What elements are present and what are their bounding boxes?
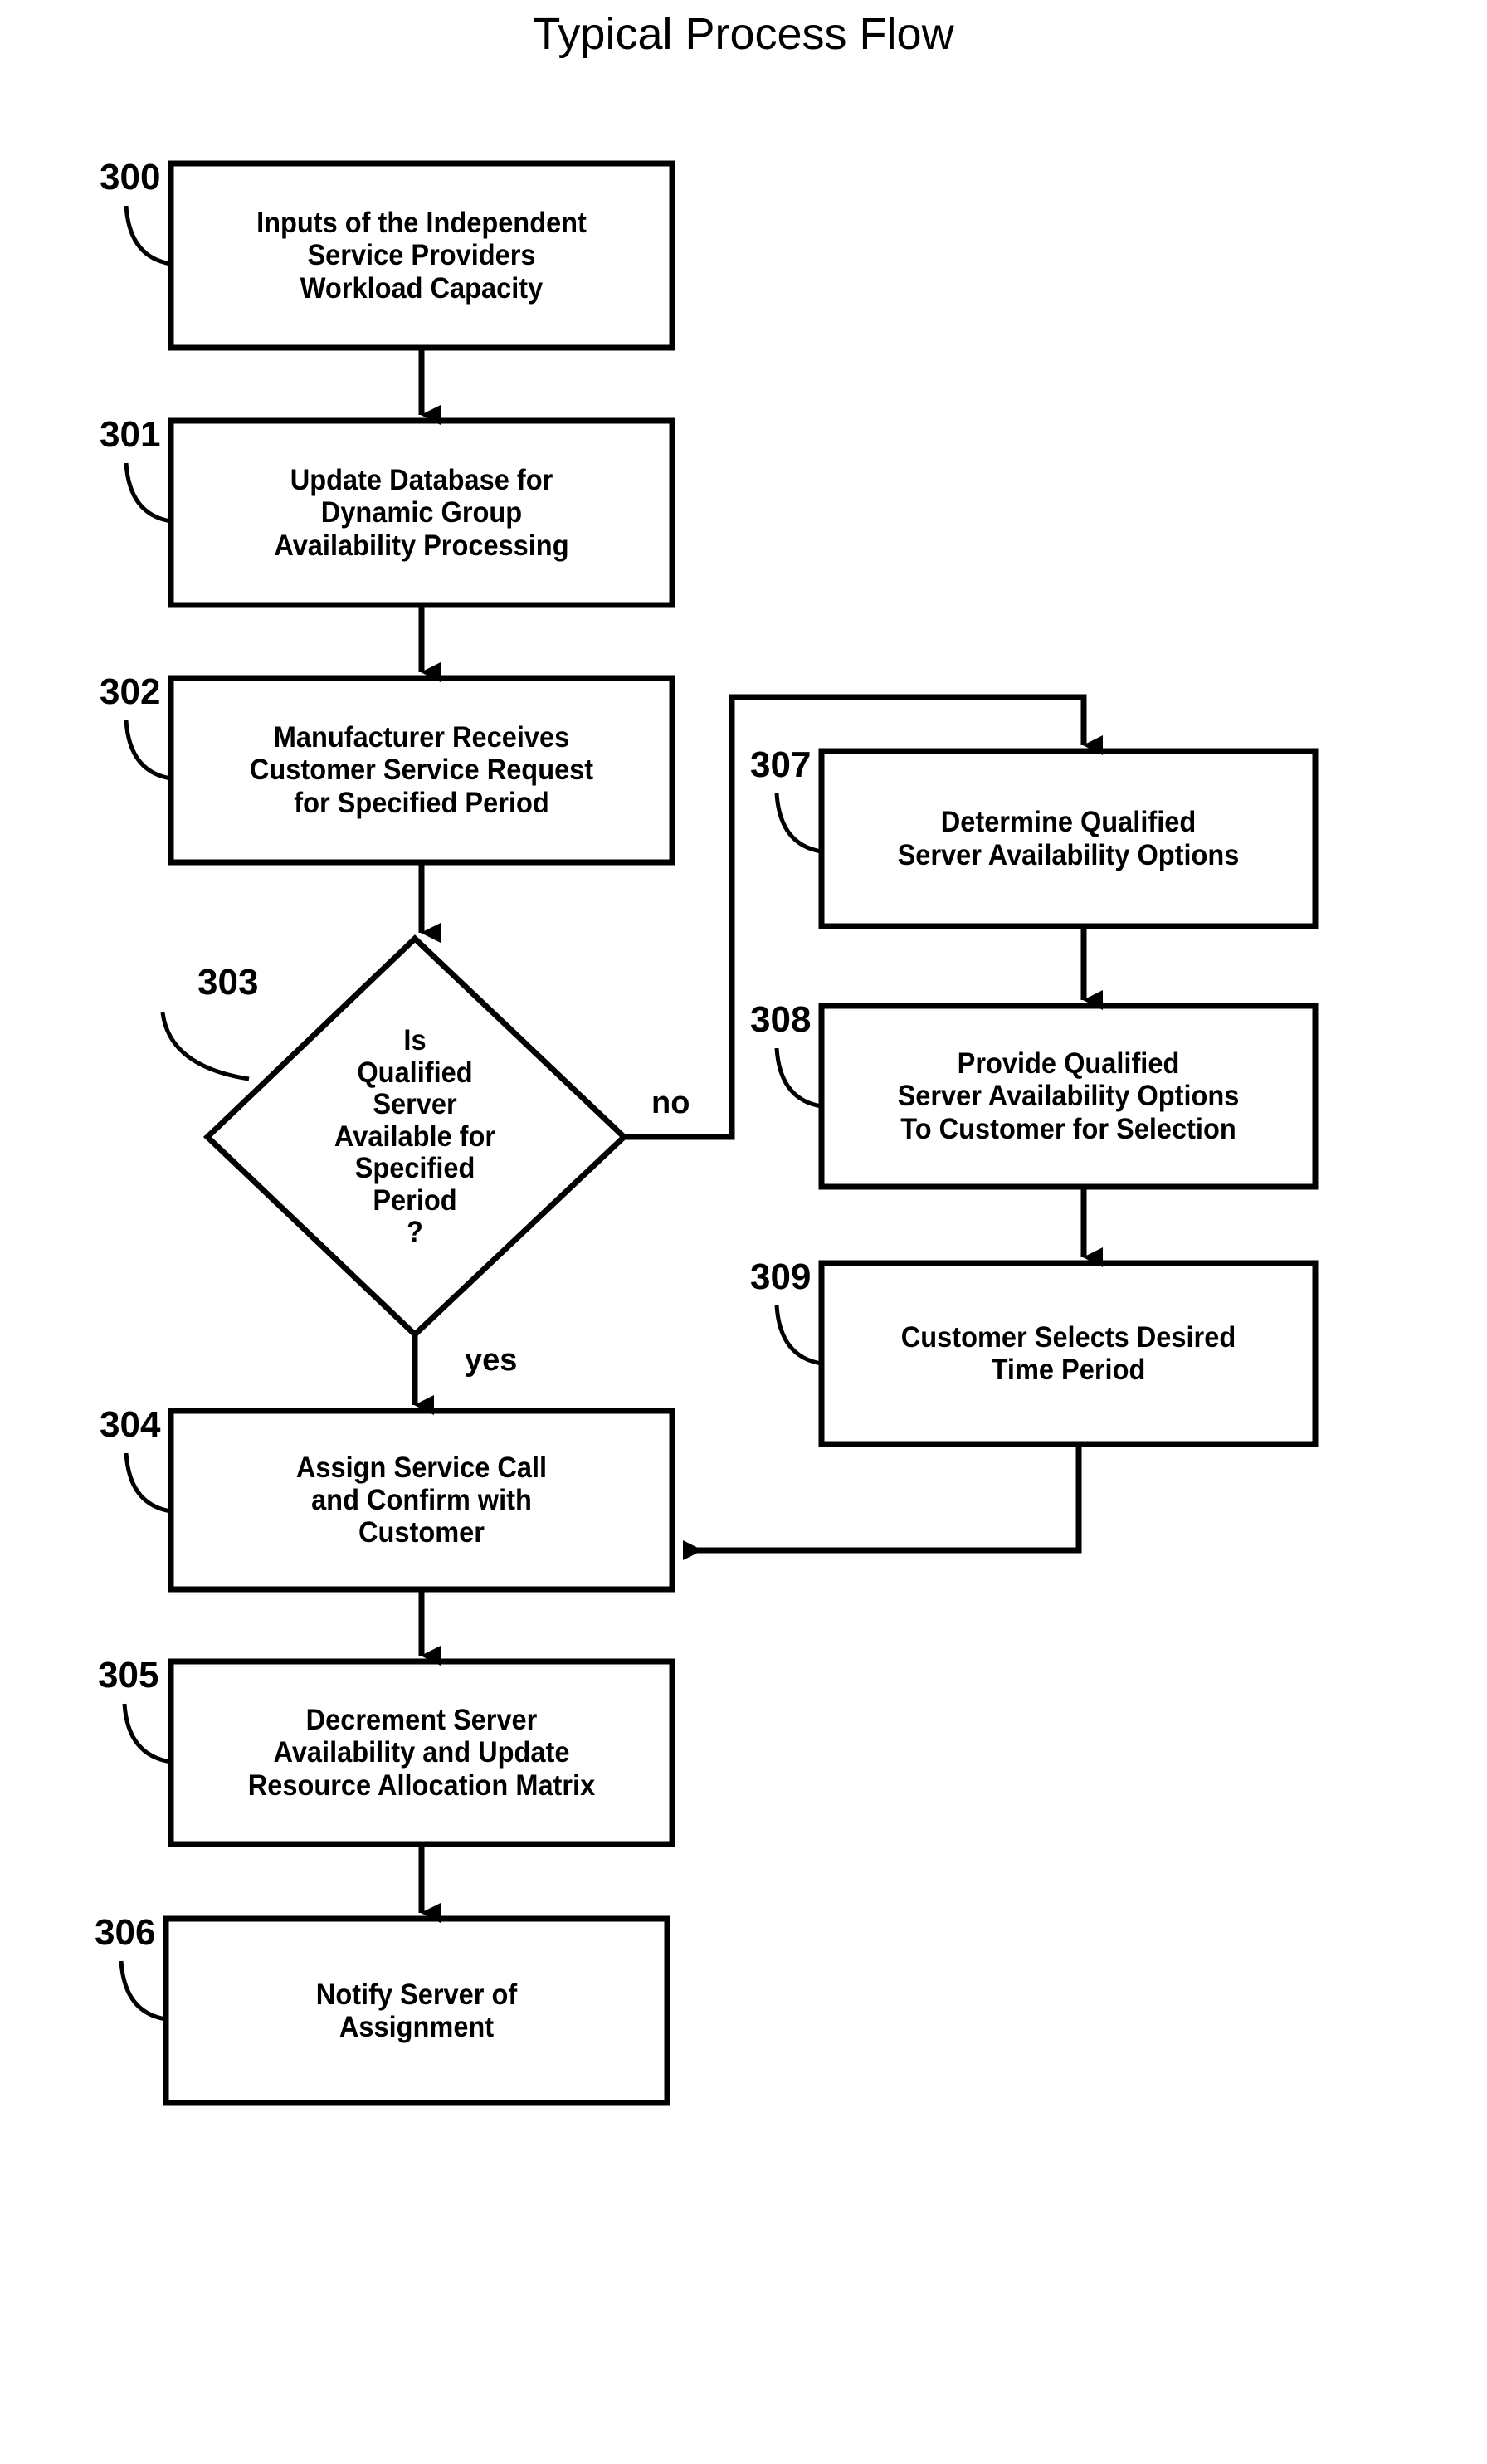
ref-number-307: 307 (750, 744, 812, 785)
node-label-301: Update Database for Dynamic Group Availa… (274, 464, 569, 562)
edge-label-yes: yes (465, 1343, 518, 1378)
ref-number-308: 308 (750, 999, 812, 1040)
node-label-305: Decrement Server Availability and Update… (247, 1704, 596, 1802)
node-label-303: Is Qualified Server Available for Specif… (334, 1024, 496, 1249)
ref-number-303: 303 (197, 962, 259, 1003)
node-label-307: Determine Qualified Server Availability … (897, 806, 1240, 871)
leader-307 (774, 793, 822, 854)
ref-number-304: 304 (100, 1404, 161, 1445)
flowchart-figure: Typical Process Flow Inputs of the Indep… (0, 0, 1487, 2464)
leader-305 (122, 1703, 172, 1764)
node-label-304: Assign Service Call and Confirm with Cus… (295, 1451, 548, 1549)
ref-number-300: 300 (100, 157, 161, 198)
ref-number-306: 306 (95, 1912, 156, 1953)
leader-300 (124, 205, 172, 266)
leader-308 (774, 1047, 822, 1109)
edge-309-304-feedback (683, 1444, 1082, 1560)
ref-number-301: 301 (100, 414, 161, 455)
node-label-306: Notify Server of Assignment (315, 1978, 518, 2043)
node-label-308: Provide Qualified Server Availability Op… (897, 1047, 1240, 1145)
node-label-309: Customer Selects Desired Time Period (900, 1320, 1236, 1386)
node-label-300: Inputs of the Independent Service Provid… (256, 207, 587, 305)
ref-number-305: 305 (98, 1655, 159, 1696)
leader-306 (119, 1960, 167, 2022)
ref-number-309: 309 (750, 1256, 812, 1297)
ref-number-302: 302 (100, 671, 161, 712)
leader-309 (774, 1305, 822, 1366)
leader-304 (124, 1452, 172, 1514)
leader-303 (160, 1012, 250, 1081)
edge-label-no: no (651, 1086, 690, 1120)
leader-301 (124, 462, 172, 524)
leader-302 (124, 720, 172, 781)
node-label-302: Manufacturer Receives Customer Service R… (249, 721, 594, 819)
